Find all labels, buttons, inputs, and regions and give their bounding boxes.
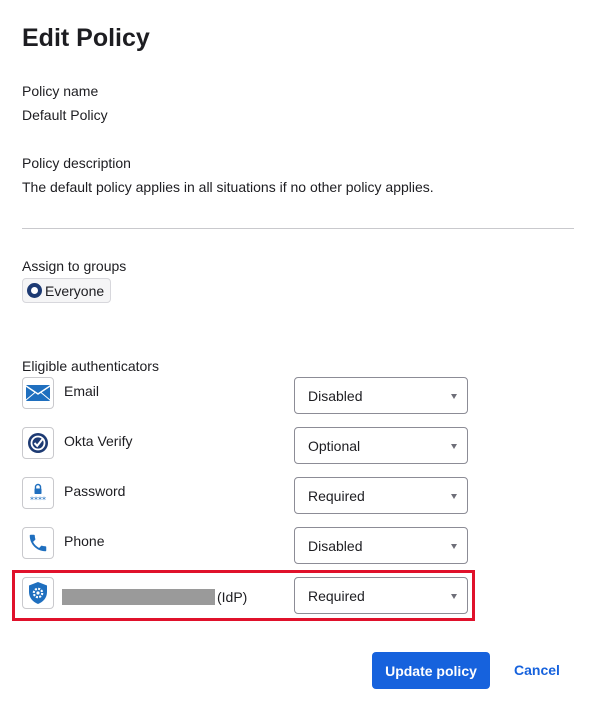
- chevron-down-icon: [451, 444, 457, 449]
- email-setting-select[interactable]: Disabled: [294, 377, 468, 414]
- email-icon: [22, 377, 54, 409]
- authenticator-row-email: Email Disabled: [22, 377, 472, 414]
- phone-icon: [22, 527, 54, 559]
- section-divider: [22, 228, 574, 229]
- okta-verify-setting-select[interactable]: Optional: [294, 427, 468, 464]
- authenticator-name: Email: [64, 383, 100, 399]
- phone-setting-select[interactable]: Disabled: [294, 527, 468, 564]
- group-chip-everyone[interactable]: Everyone: [22, 278, 112, 303]
- authenticator-name: Password: [64, 483, 126, 499]
- svg-text:****: ****: [30, 496, 46, 505]
- policy-description-label: Policy description: [22, 155, 131, 171]
- update-policy-button[interactable]: Update policy: [372, 652, 490, 689]
- password-setting-select[interactable]: Required: [294, 477, 468, 514]
- select-value: Optional: [308, 437, 361, 454]
- group-chip-label: Everyone: [45, 282, 105, 299]
- password-icon: ****: [22, 477, 54, 509]
- select-value: Disabled: [308, 387, 363, 404]
- policy-name-value: Default Policy: [22, 107, 108, 123]
- dialog-title: Edit Policy: [22, 24, 150, 52]
- select-value: Required: [308, 487, 365, 504]
- chevron-down-icon: [451, 494, 457, 499]
- authenticator-name: Phone: [64, 533, 105, 549]
- highlight-box: [12, 570, 475, 621]
- select-value: Disabled: [308, 537, 363, 554]
- chevron-down-icon: [451, 394, 457, 399]
- authenticator-name: Okta Verify: [64, 433, 133, 449]
- authenticator-row-okta-verify: Okta Verify Optional: [22, 427, 472, 464]
- authenticator-row-phone: Phone Disabled: [22, 527, 472, 564]
- okta-verify-icon: [22, 427, 54, 459]
- policy-name-label: Policy name: [22, 83, 99, 99]
- group-circle-icon: [27, 283, 42, 298]
- eligible-authenticators-label: Eligible authenticators: [22, 358, 159, 374]
- policy-description-value: The default policy applies in all situat…: [22, 179, 434, 195]
- chevron-down-icon: [451, 544, 457, 549]
- authenticator-row-password: **** Password Required: [22, 477, 472, 514]
- assign-groups-label: Assign to groups: [22, 258, 127, 274]
- cancel-button[interactable]: Cancel: [514, 662, 560, 678]
